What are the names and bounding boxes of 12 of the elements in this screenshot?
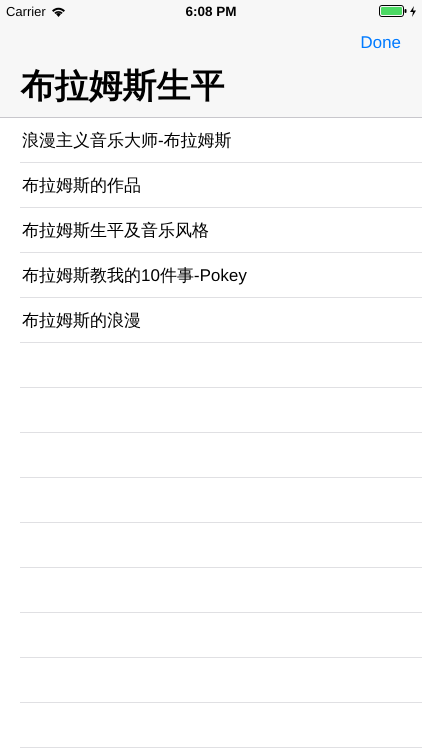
done-button[interactable]: Done bbox=[360, 33, 401, 53]
list-item[interactable]: 布拉姆斯的作品 bbox=[20, 174, 141, 196]
carrier-label: Carrier bbox=[6, 4, 46, 18]
charging-icon bbox=[410, 6, 416, 16]
list-item[interactable]: 布拉姆斯的浪漫 bbox=[20, 308, 141, 332]
page-title: 布拉姆斯生平 bbox=[21, 66, 226, 107]
battery-icon bbox=[379, 5, 407, 17]
list-item[interactable]: 浪漫主义音乐大师-布拉姆斯 bbox=[20, 128, 232, 152]
list-item[interactable]: 布拉姆斯教我的10件事-Pokey bbox=[20, 264, 247, 286]
status-time: 6:08 PM bbox=[185, 4, 237, 18]
list-item[interactable]: 布拉姆斯生平及音乐风格 bbox=[20, 218, 209, 242]
wifi-icon bbox=[50, 6, 66, 16]
